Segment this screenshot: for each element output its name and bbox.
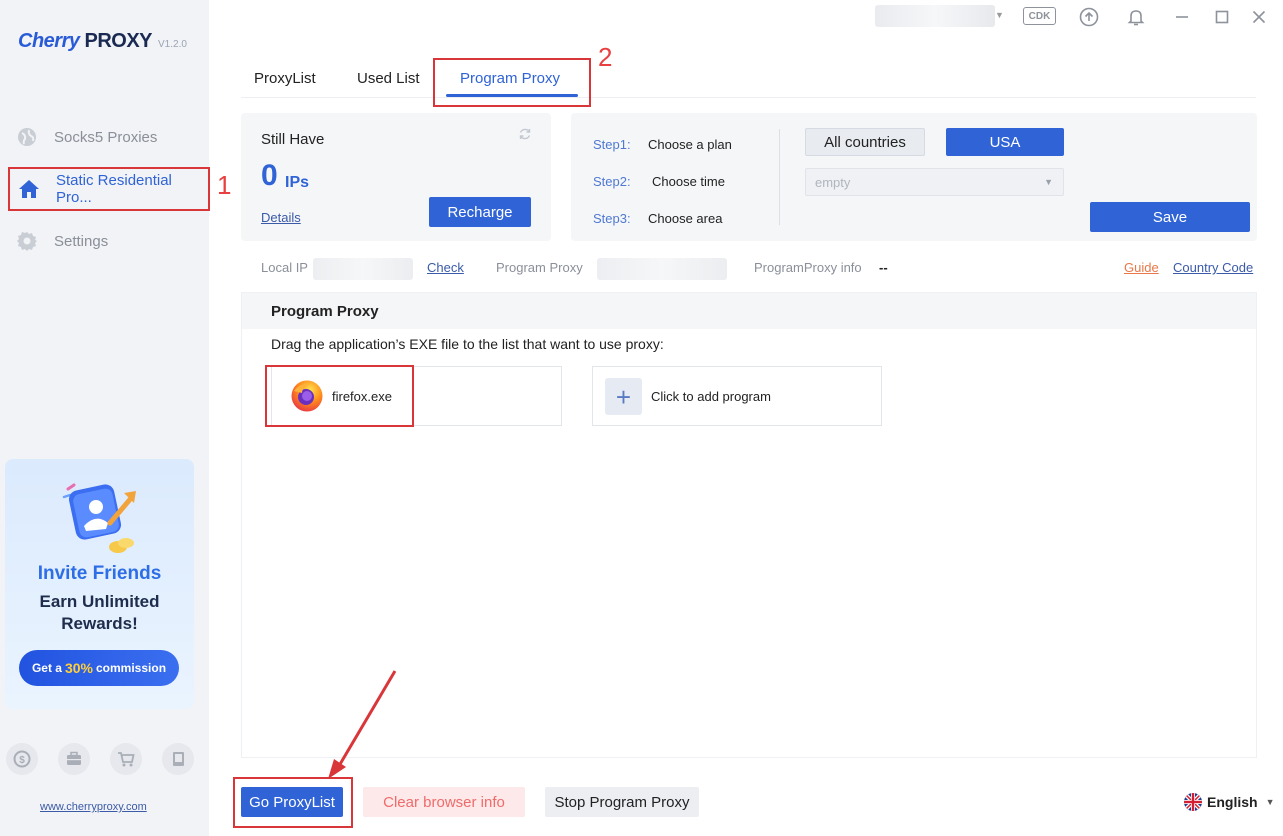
country-code-link[interactable]: Country Code [1173, 260, 1253, 275]
step-label: Step2: [593, 174, 631, 189]
language-label: English [1207, 794, 1258, 810]
promo-subtitle-line: Rewards! [61, 614, 138, 633]
refresh-icon[interactable] [518, 127, 532, 144]
promo-subtitle: Earn Unlimited Rewards! [5, 591, 194, 635]
balance-card: Still Have 0 IPs Details Recharge [241, 113, 551, 241]
save-button[interactable]: Save [1090, 202, 1250, 232]
sidebar-item-settings[interactable]: Settings [8, 219, 210, 263]
account-selector[interactable] [875, 5, 995, 27]
annotation-highlight-box [265, 365, 414, 427]
cdk-button[interactable]: CDK [1023, 7, 1056, 25]
gear-icon [16, 230, 38, 252]
promo-title: Invite Friends [37, 563, 162, 584]
sidebar: Cherry PROXY V1.2.0 Socks5 Proxies Static… [0, 0, 210, 836]
add-program-button[interactable]: + Click to add program [592, 366, 882, 426]
briefcase-icon[interactable] [58, 743, 90, 775]
sidebar-item-label: Static Residential Pro... [56, 172, 172, 206]
sidebar-item-socks5[interactable]: Socks5 Proxies [8, 115, 210, 159]
home-icon [18, 178, 40, 200]
step-value: Choose time [652, 174, 725, 189]
steps-card: Step1: Choose a plan Step2: Choose time … [571, 113, 1257, 241]
usa-button[interactable]: USA [946, 128, 1064, 156]
go-proxylist-button[interactable]: Go ProxyList [241, 787, 343, 817]
invite-illustration-icon [62, 483, 136, 553]
commission-suffix: commission [96, 661, 167, 675]
area-select-value: empty [815, 174, 851, 190]
ip-unit: IPs [285, 174, 310, 191]
plus-icon: + [605, 378, 642, 415]
stop-program-proxy-button[interactable]: Stop Program Proxy [545, 787, 699, 817]
guide-link[interactable]: Guide [1124, 260, 1159, 275]
add-program-label: Click to add program [651, 389, 771, 404]
step-value: Choose a plan [648, 137, 732, 152]
commission-percent: 30% [64, 660, 93, 676]
local-ip-label: Local IP [261, 260, 308, 275]
panel-title: Program Proxy [271, 303, 379, 320]
drag-instruction: Drag the application’s EXE file to the l… [271, 336, 664, 352]
tab-bar: ProxyList Used List Program Proxy [241, 58, 1256, 98]
app-version: V1.2.0 [158, 39, 187, 50]
chevron-down-icon[interactable]: ▼ [995, 10, 1004, 20]
cart-icon[interactable] [110, 743, 142, 775]
program-proxy-info-value: -- [879, 260, 888, 275]
coin-icon[interactable]: $ [6, 743, 38, 775]
bell-icon[interactable] [1124, 6, 1148, 28]
step-label: Step3: [593, 211, 631, 226]
invite-promo-banner[interactable]: Invite Friends Earn Unlimited Rewards! G… [5, 459, 194, 709]
check-link[interactable]: Check [427, 260, 464, 275]
commission-prefix: Get a [31, 661, 62, 675]
sidebar-item-static-residential[interactable]: Static Residential Pro... [8, 167, 210, 211]
language-selector[interactable]: English ▼ [1184, 793, 1274, 811]
globe-icon [16, 126, 38, 148]
book-icon[interactable] [162, 743, 194, 775]
balance-title: Still Have [261, 131, 325, 148]
chevron-down-icon: ▼ [1265, 797, 1275, 807]
annotation-highlight-box [433, 58, 591, 107]
info-row: Local IP Check Program Proxy ProgramProx… [241, 256, 1257, 282]
program-proxy-value [597, 258, 727, 280]
svg-text:$: $ [19, 755, 25, 766]
step-label: Step1: [593, 137, 631, 152]
upload-icon[interactable] [1077, 6, 1101, 28]
sidebar-item-label: Settings [54, 232, 109, 250]
logo-text: Cherry PROXY [18, 30, 153, 52]
annotation-marker: 1 [217, 170, 232, 200]
panel-header: Program Proxy [242, 293, 1256, 329]
program-proxy-info-label: ProgramProxy info [754, 260, 862, 275]
promo-subtitle-line: Earn Unlimited [39, 592, 160, 611]
ip-count: 0 [261, 159, 278, 192]
website-link[interactable]: www.cherryproxy.com [40, 801, 147, 813]
step-value: Choose area [648, 211, 723, 226]
annotation-arrow-icon [328, 670, 397, 779]
program-proxy-label: Program Proxy [496, 260, 583, 275]
sidebar-bottom-icons: $ [6, 743, 194, 775]
local-ip-value [313, 258, 413, 280]
tab-used-list[interactable]: Used List [357, 70, 420, 87]
sidebar-item-label: Socks5 Proxies [54, 128, 158, 146]
chevron-down-icon: ▼ [1044, 177, 1053, 187]
minimize-icon[interactable] [1170, 6, 1194, 28]
all-countries-button[interactable]: All countries [805, 128, 925, 156]
details-link[interactable]: Details [261, 210, 301, 225]
uk-flag-icon [1184, 793, 1202, 811]
maximize-icon[interactable] [1210, 6, 1234, 28]
close-icon[interactable] [1247, 6, 1271, 28]
commission-button[interactable]: Get a 30% commission [19, 650, 179, 686]
divider [779, 129, 780, 225]
area-select[interactable]: empty ▼ [805, 168, 1064, 196]
recharge-button[interactable]: Recharge [429, 197, 531, 227]
app-logo: Cherry PROXY V1.2.0 [18, 30, 187, 53]
clear-browser-info-button[interactable]: Clear browser info [363, 787, 525, 817]
tab-proxylist[interactable]: ProxyList [254, 70, 316, 87]
